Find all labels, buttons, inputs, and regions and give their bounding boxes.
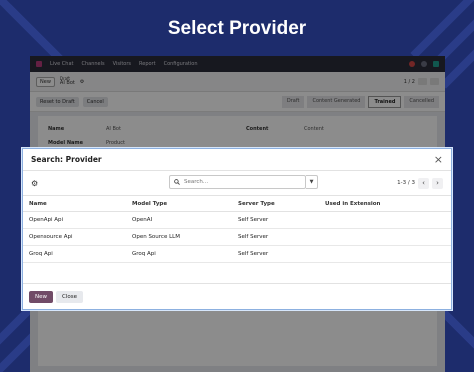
search-icon <box>174 179 180 185</box>
table-row[interactable]: Groq Api Groq Api Self Server <box>23 245 451 263</box>
cell-name[interactable]: Groq Api <box>23 245 126 263</box>
close-icon[interactable]: × <box>434 154 443 165</box>
cell-server-type[interactable]: Self Server <box>232 211 319 229</box>
cell-server-type[interactable]: Self Server <box>232 228 319 246</box>
table-row[interactable]: OpenApi Api OpenAI Self Server <box>23 211 451 229</box>
table-row[interactable]: Opensource Api Open Source LLM Self Serv… <box>23 228 451 246</box>
dialog-toolbar: ⚙ ▼ 1-3 / 3 ‹ › <box>23 171 451 195</box>
cell-model-type[interactable]: Open Source LLM <box>126 228 232 246</box>
search-input[interactable] <box>184 179 284 185</box>
column-header-model-type[interactable]: Model Type <box>126 195 232 212</box>
search-field <box>169 175 306 189</box>
cell-used-in-extension[interactable] <box>319 245 451 263</box>
provider-table: Name Model Type Server Type Used in Exte… <box>23 195 451 263</box>
cell-model-type[interactable]: Groq Api <box>126 245 232 263</box>
column-header-server-type[interactable]: Server Type <box>232 195 319 212</box>
pager-value[interactable]: 1-3 / 3 <box>397 180 415 186</box>
gear-icon[interactable]: ⚙ <box>31 179 38 188</box>
cell-name[interactable]: Opensource Api <box>23 228 126 246</box>
cell-name[interactable]: OpenApi Api <box>23 211 126 229</box>
column-header-used-in-extension[interactable]: Used in Extension <box>319 195 451 212</box>
close-button[interactable]: Close <box>56 290 83 303</box>
cell-model-type[interactable]: OpenAI <box>126 211 232 229</box>
page-headline: Select Provider <box>167 18 307 39</box>
search-options-toggle[interactable]: ▼ <box>306 175 318 189</box>
dialog-pager: 1-3 / 3 ‹ › <box>397 177 443 189</box>
dialog-footer: New Close <box>23 283 451 309</box>
search-provider-dialog: Search: Provider × ⚙ ▼ 1-3 / 3 ‹ › Name … <box>22 148 452 310</box>
cell-used-in-extension[interactable] <box>319 211 451 229</box>
pager-next-button[interactable]: › <box>432 177 443 189</box>
table-header-row: Name Model Type Server Type Used in Exte… <box>23 195 451 212</box>
dialog-header: Search: Provider × <box>23 149 451 171</box>
cell-used-in-extension[interactable] <box>319 228 451 246</box>
column-header-name[interactable]: Name <box>23 195 126 212</box>
new-button[interactable]: New <box>29 290 53 303</box>
pager-previous-button[interactable]: ‹ <box>418 177 429 189</box>
dialog-title: Search: Provider <box>31 155 102 164</box>
caret-down-icon: ▼ <box>309 179 314 185</box>
cell-server-type[interactable]: Self Server <box>232 245 319 263</box>
